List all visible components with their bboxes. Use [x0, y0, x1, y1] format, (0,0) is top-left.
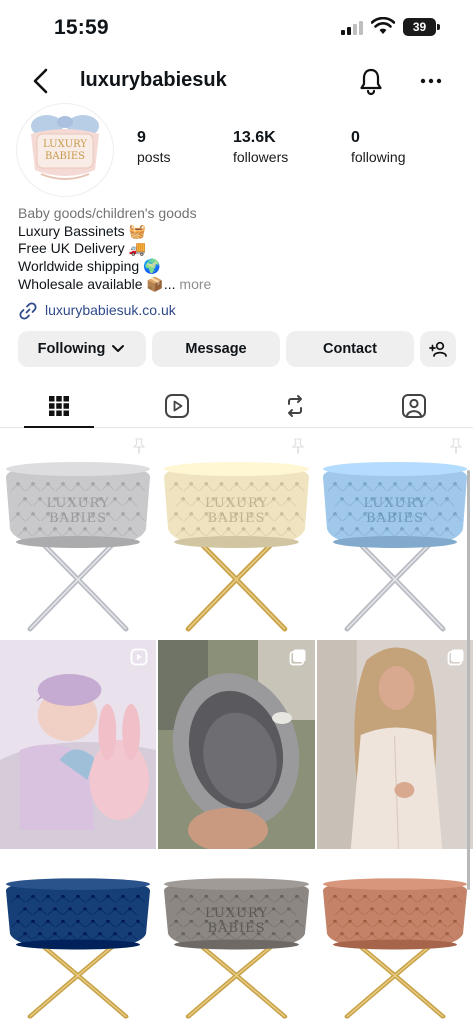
tab-posts-grid[interactable] [24, 384, 94, 428]
multi-post-icon [130, 859, 148, 877]
following-button-label: Following [37, 341, 106, 357]
post-thumbnail[interactable]: LUXURY BABIES [0, 429, 156, 638]
post-logo-text: LUXURY BABIES [204, 906, 269, 936]
message-button[interactable]: Message [152, 331, 280, 367]
active-tab-indicator [24, 426, 94, 428]
battery-tip [437, 24, 440, 30]
post-thumbnail[interactable] [0, 640, 156, 849]
profile-bio: Baby goods/children's goods Luxury Bassi… [18, 205, 458, 321]
post-thumbnail[interactable] [0, 851, 156, 1024]
pin-icon [447, 437, 465, 455]
bio-category: Baby goods/children's goods [18, 205, 197, 221]
following-stat[interactable]: 0 following [351, 128, 405, 167]
tab-reels[interactable] [142, 384, 212, 428]
following-label: following [351, 149, 406, 165]
post-thumbnail[interactable]: LUXURY BABIES [317, 429, 473, 638]
profile-header: luxurybabiesuk [0, 56, 473, 106]
contact-button[interactable]: Contact [286, 331, 414, 367]
message-button-label: Message [185, 341, 247, 357]
more-options-icon[interactable] [418, 68, 444, 94]
avatar-logo-line2: BABIES [45, 151, 85, 162]
post-logo-text: LUXURY BABIES [46, 496, 110, 526]
battery-indicator: 39 [403, 18, 436, 36]
following-button[interactable]: Following [18, 331, 146, 367]
multi-post-icon [447, 648, 465, 666]
add-person-icon [429, 341, 447, 357]
posts-stat: 9 posts [137, 128, 170, 167]
bio-line: Luxury Bassinets 🧺 [18, 222, 146, 239]
profile-tabs [0, 384, 473, 428]
suggest-people-button[interactable] [420, 331, 456, 367]
cellular-signal-icon [341, 21, 365, 35]
status-bar: 15:59 39 [0, 0, 473, 56]
notifications-bell-icon[interactable] [357, 66, 385, 96]
bio-line: Free UK Delivery 🚚 [18, 240, 146, 257]
bio-website-link[interactable]: luxurybabiesuk.co.uk [18, 301, 458, 321]
post-logo-text: LUXURY BABIES [204, 496, 269, 526]
profile-username: luxurybabiesuk [80, 69, 227, 91]
reels-icon [165, 394, 189, 418]
chevron-down-icon [112, 345, 125, 352]
avatar-logo-line1: LUXURY [43, 139, 87, 150]
pin-icon [130, 437, 148, 455]
post-thumbnail[interactable] [158, 640, 315, 849]
posts-count: 9 [137, 129, 146, 146]
post-thumbnail[interactable] [317, 640, 473, 849]
contact-button-label: Contact [323, 341, 377, 357]
reel-icon [130, 648, 148, 666]
link-icon [19, 301, 37, 320]
status-time: 15:59 [54, 16, 109, 39]
bio-more-link[interactable]: more [179, 276, 211, 292]
post-logo-text: LUXURY BABIES [363, 496, 427, 526]
wifi-icon [371, 17, 395, 34]
bio-line: Worldwide shipping 🌍 [18, 258, 161, 275]
website-url: luxurybabiesuk.co.uk [45, 301, 176, 318]
multi-post-icon [289, 859, 307, 877]
followers-label: followers [233, 149, 289, 165]
followers-count: 13.6K [233, 129, 276, 146]
brand-logo-icon: LUXURY BABIES [31, 115, 99, 180]
post-thumbnail[interactable]: LUXURY BABIES [158, 851, 315, 1024]
bio-line: Wholesale available 📦... more [18, 276, 458, 294]
tab-reposts[interactable] [260, 384, 330, 428]
grid-icon [49, 396, 69, 416]
pin-icon [289, 437, 307, 455]
reposts-icon [288, 395, 302, 417]
profile-avatar[interactable]: LUXURY BABIES [17, 104, 113, 196]
following-count: 0 [351, 129, 360, 146]
post-thumbnail[interactable]: LUXURY BABIES [158, 429, 315, 638]
tagged-icon [402, 394, 426, 418]
back-arrow-icon[interactable] [28, 66, 54, 96]
scrollbar[interactable] [467, 470, 470, 890]
bio-line-text: Wholesale available 📦... [18, 275, 176, 292]
post-thumbnail[interactable] [317, 851, 473, 1024]
followers-stat[interactable]: 13.6K followers [233, 128, 288, 167]
multi-post-icon [289, 648, 307, 666]
posts-label: posts [137, 149, 171, 165]
multi-post-icon [447, 859, 465, 877]
tab-tagged[interactable] [379, 384, 449, 428]
